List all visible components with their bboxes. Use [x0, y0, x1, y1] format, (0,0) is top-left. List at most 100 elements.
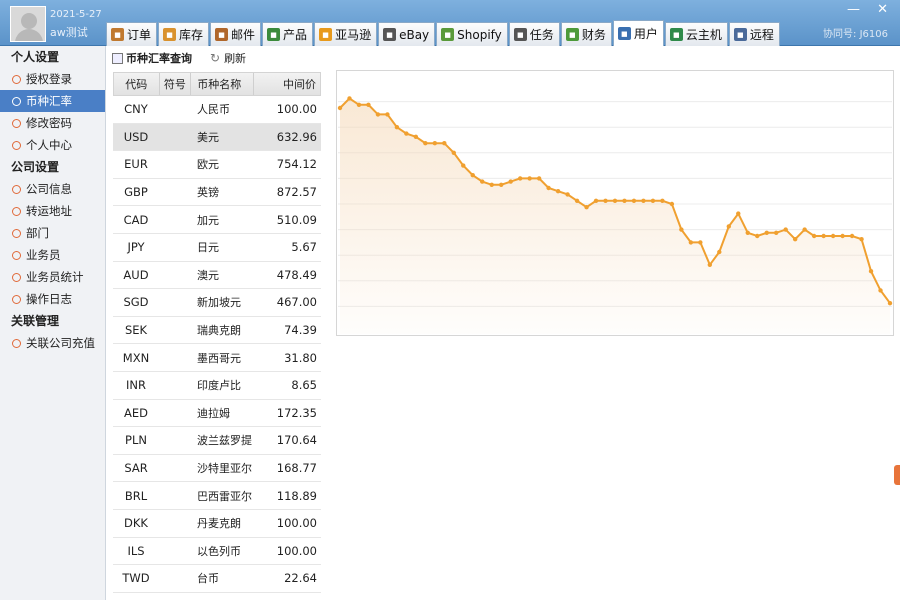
- header-rate[interactable]: 中间价: [254, 73, 320, 95]
- data-point[interactable]: [385, 112, 390, 117]
- tab-8[interactable]: ■ 财务: [560, 22, 612, 46]
- sidebar-item[interactable]: 业务员: [0, 244, 105, 266]
- header-symbol[interactable]: 符号: [160, 73, 192, 95]
- data-point[interactable]: [717, 249, 722, 255]
- data-point[interactable]: [887, 301, 893, 306]
- data-point[interactable]: [394, 125, 400, 130]
- refresh-button[interactable]: 刷新: [224, 50, 246, 66]
- table-row[interactable]: MXN 墨西哥元 31.80: [113, 344, 321, 372]
- data-point[interactable]: [650, 198, 656, 203]
- table-row[interactable]: BRL 巴西雷亚尔 118.89: [113, 482, 321, 510]
- data-point[interactable]: [811, 233, 817, 239]
- tab-3[interactable]: ■ 产品: [262, 22, 314, 46]
- tab-1[interactable]: ■ 库存: [158, 22, 210, 46]
- data-point[interactable]: [499, 182, 504, 187]
- side-float-tab[interactable]: [894, 465, 900, 485]
- data-point[interactable]: [859, 237, 864, 242]
- data-point[interactable]: [745, 230, 750, 235]
- header-name[interactable]: 币种名称: [191, 73, 254, 95]
- avatar[interactable]: [10, 6, 46, 42]
- data-point[interactable]: [508, 179, 513, 184]
- data-point[interactable]: [413, 134, 419, 139]
- data-point[interactable]: [783, 227, 788, 232]
- tab-0[interactable]: ■ 订单: [106, 22, 158, 46]
- data-point[interactable]: [470, 173, 475, 178]
- data-point[interactable]: [774, 230, 779, 235]
- tab-7[interactable]: ■ 任务: [508, 22, 560, 46]
- data-point[interactable]: [442, 141, 447, 146]
- data-point[interactable]: [660, 198, 665, 203]
- data-point[interactable]: [584, 205, 589, 210]
- data-point[interactable]: [821, 233, 826, 239]
- data-point[interactable]: [574, 198, 580, 203]
- data-point[interactable]: [432, 141, 438, 146]
- close-button[interactable]: ✕: [877, 2, 888, 17]
- table-row[interactable]: SEK 瑞典克朗 74.39: [113, 317, 321, 345]
- data-point[interactable]: [679, 227, 684, 232]
- sidebar-item[interactable]: 转运地址: [0, 200, 105, 222]
- sidebar-item[interactable]: 关联公司充值: [0, 332, 105, 354]
- data-point[interactable]: [707, 262, 713, 267]
- tab-11[interactable]: ■ 远程: [728, 22, 780, 46]
- data-point[interactable]: [802, 227, 807, 232]
- sidebar-item[interactable]: 币种汇率: [0, 90, 105, 112]
- table-row[interactable]: CAD 加元 510.09: [113, 206, 321, 234]
- data-point[interactable]: [736, 211, 741, 216]
- data-point[interactable]: [356, 102, 362, 107]
- tab-6[interactable]: ■ Shopify: [436, 22, 508, 46]
- data-point[interactable]: [366, 102, 371, 107]
- minimize-button[interactable]: —: [847, 2, 860, 17]
- table-row[interactable]: INR 印度卢比 8.65: [113, 372, 321, 400]
- data-point[interactable]: [669, 201, 675, 207]
- data-point[interactable]: [461, 163, 466, 168]
- data-point[interactable]: [849, 233, 855, 239]
- data-point[interactable]: [404, 131, 409, 136]
- tab-10[interactable]: ■ 云主机: [664, 22, 728, 46]
- data-point[interactable]: [840, 233, 845, 239]
- data-point[interactable]: [878, 288, 883, 293]
- data-point[interactable]: [830, 233, 836, 239]
- data-point[interactable]: [603, 198, 608, 203]
- table-row[interactable]: SGD 新加坡元 467.00: [113, 289, 321, 317]
- data-point[interactable]: [451, 150, 456, 155]
- table-row[interactable]: ILS 以色列币 100.00: [113, 538, 321, 566]
- table-row[interactable]: JPY 日元 5.67: [113, 234, 321, 262]
- data-point[interactable]: [375, 112, 381, 117]
- table-row[interactable]: AUD 澳元 478.49: [113, 262, 321, 290]
- data-point[interactable]: [764, 230, 769, 235]
- sidebar-item[interactable]: 操作日志: [0, 288, 105, 310]
- data-point[interactable]: [755, 233, 760, 239]
- data-point[interactable]: [536, 176, 542, 181]
- sidebar-item[interactable]: 业务员统计: [0, 266, 105, 288]
- table-row[interactable]: AED 迪拉姆 172.35: [113, 400, 321, 428]
- data-point[interactable]: [612, 198, 618, 203]
- tab-2[interactable]: ■ 邮件: [210, 22, 262, 46]
- data-point[interactable]: [631, 198, 637, 203]
- tab-9[interactable]: ■ 用户: [612, 20, 664, 46]
- sidebar-item[interactable]: 公司信息: [0, 178, 105, 200]
- tab-5[interactable]: ■ eBay: [378, 22, 436, 46]
- data-point[interactable]: [792, 237, 798, 242]
- data-point[interactable]: [517, 176, 523, 181]
- data-point[interactable]: [347, 96, 352, 101]
- data-point[interactable]: [726, 224, 731, 229]
- sidebar-item[interactable]: 修改密码: [0, 112, 105, 134]
- data-point[interactable]: [565, 192, 570, 197]
- table-row[interactable]: SAR 沙特里亚尔 168.77: [113, 455, 321, 483]
- data-point[interactable]: [527, 176, 532, 181]
- data-point[interactable]: [480, 179, 485, 184]
- refresh-icon[interactable]: ↻: [210, 51, 220, 65]
- table-row[interactable]: DKK 丹麦克朗 100.00: [113, 510, 321, 538]
- sidebar-item[interactable]: 个人中心: [0, 134, 105, 156]
- sidebar-item[interactable]: 授权登录: [0, 68, 105, 90]
- table-row[interactable]: CNY 人民币 100.00: [113, 96, 321, 124]
- data-point[interactable]: [423, 141, 428, 146]
- data-point[interactable]: [688, 240, 694, 245]
- data-point[interactable]: [489, 182, 494, 187]
- data-point[interactable]: [546, 185, 551, 191]
- table-row[interactable]: GBP 英镑 872.57: [113, 179, 321, 207]
- data-point[interactable]: [641, 198, 646, 203]
- data-point[interactable]: [555, 189, 561, 194]
- table-row[interactable]: EUR 欧元 754.12: [113, 151, 321, 179]
- data-point[interactable]: [698, 240, 703, 245]
